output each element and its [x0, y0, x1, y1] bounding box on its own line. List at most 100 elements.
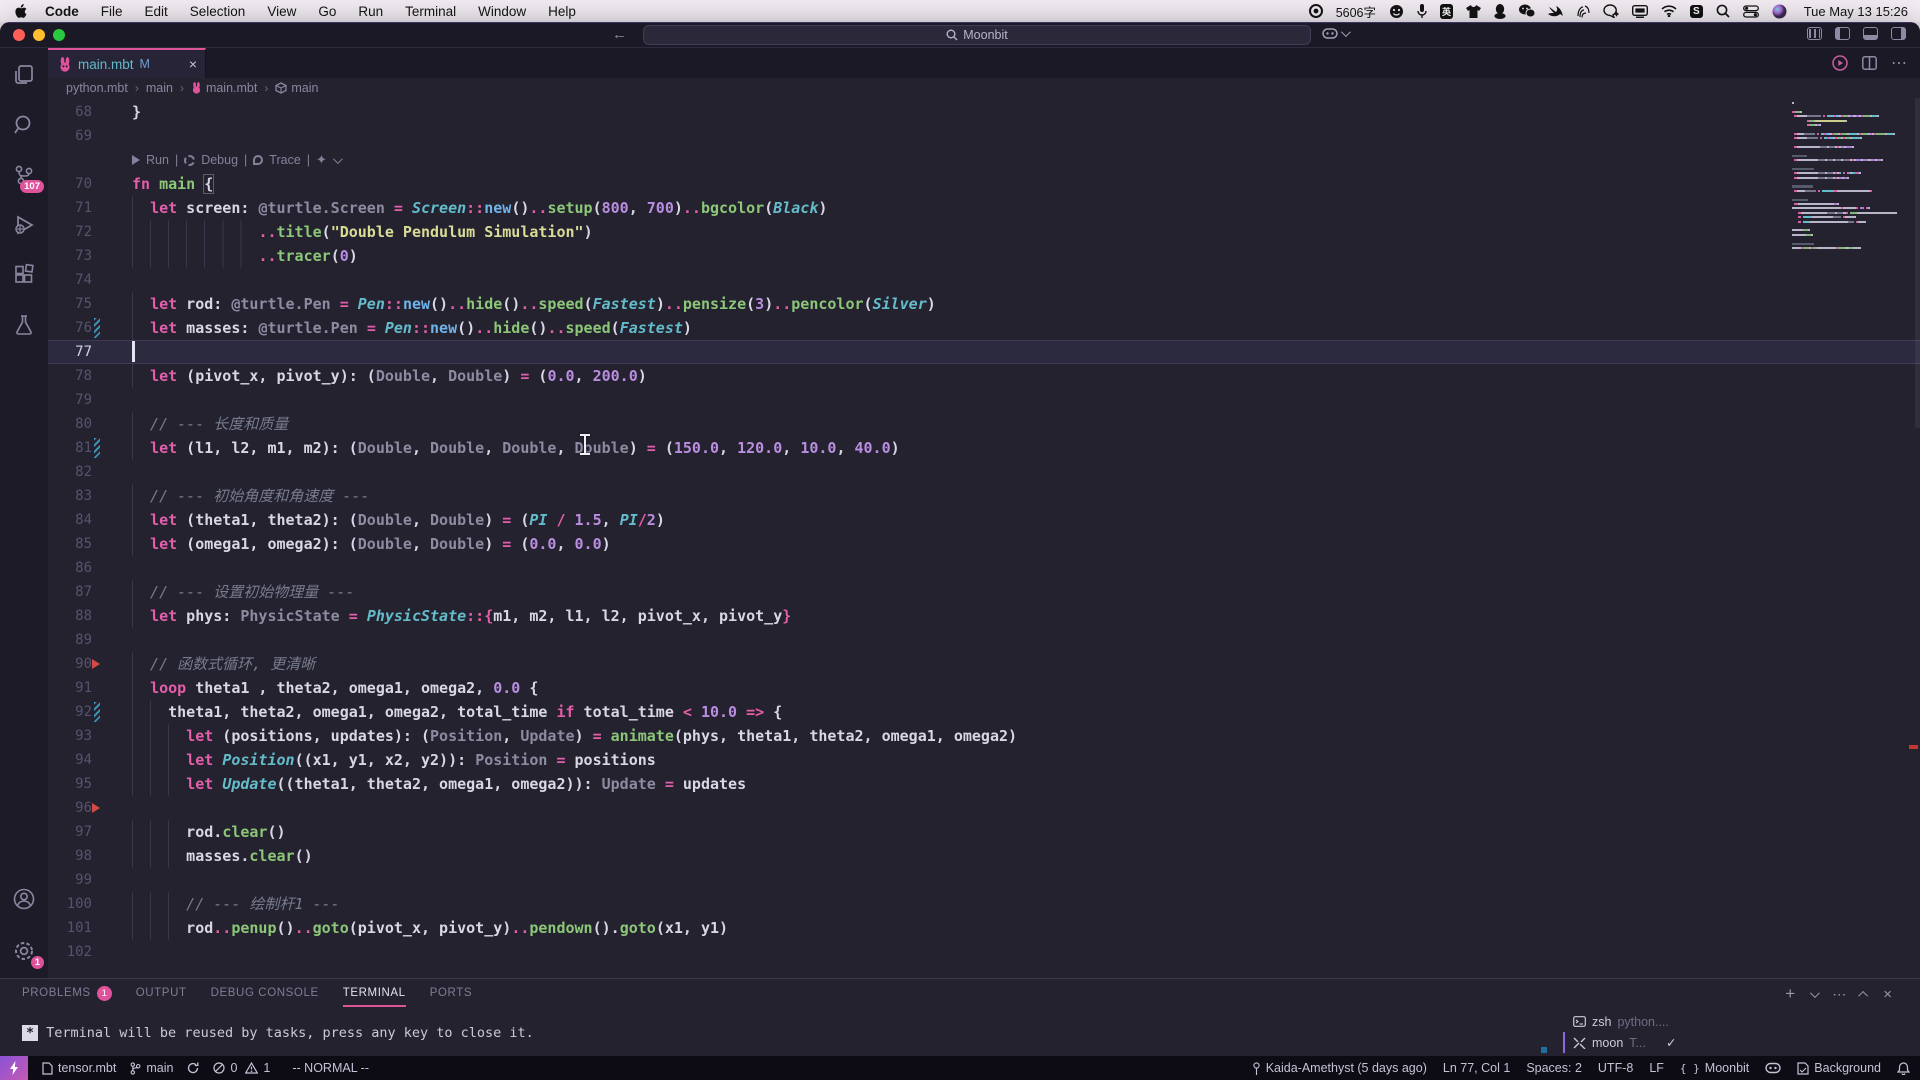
breadcrumb-symbol[interactable]: main	[275, 81, 318, 95]
run-debug-icon[interactable]	[11, 212, 37, 238]
code-line-82[interactable]: 82	[48, 460, 1920, 484]
code-editor[interactable]: 68}69Run|Debug|Trace|✦70fn main {71 let …	[48, 98, 1920, 978]
menu-help[interactable]: Help	[548, 4, 576, 19]
code-line-74[interactable]: 74	[48, 268, 1920, 292]
code-line-87[interactable]: 87 // --- 设置初始物理量 ---	[48, 580, 1920, 604]
display-mirroring-icon[interactable]	[1632, 5, 1648, 18]
smiley-icon[interactable]	[1389, 4, 1404, 19]
apple-menu-icon[interactable]	[14, 4, 27, 19]
command-center-search[interactable]: Moonbit	[643, 25, 1311, 45]
menu-view[interactable]: View	[267, 4, 296, 19]
tab-close-icon[interactable]: ×	[189, 56, 197, 72]
vim-mode[interactable]: -- NORMAL --	[292, 1061, 369, 1075]
status-branch[interactable]: main	[130, 1061, 173, 1075]
tab-problems[interactable]: PROBLEMS1	[22, 979, 112, 1007]
control-center-icon[interactable]	[1743, 5, 1759, 18]
tab-debug-console[interactable]: DEBUG CONSOLE	[211, 979, 319, 1007]
tab-ports[interactable]: PORTS	[430, 979, 472, 1007]
source-control-icon[interactable]: 107	[11, 162, 37, 188]
code-line-90[interactable]: 90 // 函数式循环, 更清晰	[48, 652, 1920, 676]
code-line-96[interactable]: 96	[48, 796, 1920, 820]
code-line-77[interactable]: 77	[48, 340, 1920, 364]
tab-output[interactable]: OUTPUT	[136, 979, 187, 1007]
code-line-81[interactable]: 81 let (l1, l2, m1, m2): (Double, Double…	[48, 436, 1920, 460]
minimap[interactable]	[1792, 102, 1904, 256]
git-blame[interactable]: Kaida-Amethyst (5 days ago)	[1252, 1061, 1427, 1075]
tab-main-mbt[interactable]: main.mbt M ×	[48, 48, 206, 78]
more-actions-icon[interactable]: ⋯	[1891, 53, 1908, 73]
qq-icon[interactable]	[1494, 4, 1506, 19]
code-line-88[interactable]: 88 let phys: PhysicState = PhysicState::…	[48, 604, 1920, 628]
code-line-85[interactable]: 85 let (omega1, omega2): (Double, Double…	[48, 532, 1920, 556]
record-icon[interactable]	[1309, 4, 1323, 18]
accounts-icon[interactable]	[11, 886, 37, 912]
terminal-dropdown-icon[interactable]	[1810, 988, 1820, 998]
code-line-72[interactable]: 72 ..title("Double Pendulum Simulation")	[48, 220, 1920, 244]
zoom-window-button[interactable]	[53, 29, 65, 41]
menu-terminal[interactable]: Terminal	[405, 4, 456, 19]
code-line-89[interactable]: 89	[48, 628, 1920, 652]
code-line-100[interactable]: 100 // --- 绘制杆1 ---	[48, 892, 1920, 916]
code-line-76[interactable]: 76 let masses: @turtle.Pen = Pen::new().…	[48, 316, 1920, 340]
testing-icon[interactable]	[11, 312, 37, 338]
code-line-80[interactable]: 80 // --- 长度和质量	[48, 412, 1920, 436]
code-line-94[interactable]: 94 let Position((x1, y1, x2, y2)): Posit…	[48, 748, 1920, 772]
background-task[interactable]: Background	[1797, 1061, 1881, 1075]
menu-selection[interactable]: Selection	[190, 4, 246, 19]
explorer-icon[interactable]	[11, 62, 37, 88]
code-line-84[interactable]: 84 let (theta1, theta2): (Double, Double…	[48, 508, 1920, 532]
code-line-97[interactable]: 97 rod.clear()	[48, 820, 1920, 844]
cursor-position[interactable]: Ln 77, Col 1	[1443, 1061, 1510, 1075]
indentation[interactable]: Spaces: 2	[1526, 1061, 1582, 1075]
settings-gear-icon[interactable]: 1	[11, 938, 37, 964]
notifications-bell[interactable]	[1897, 1062, 1910, 1075]
chat-new-icon[interactable]	[1603, 4, 1619, 18]
menu-window[interactable]: Window	[478, 4, 526, 19]
input-english-badge[interactable]: 英	[1440, 4, 1453, 19]
code-line-102[interactable]: 102	[48, 940, 1920, 964]
language-mode[interactable]: { }Moonbit	[1680, 1061, 1749, 1075]
microphone-icon[interactable]	[1417, 4, 1427, 19]
code-line-101[interactable]: 101 rod..penup()..goto(pivot_x, pivot_y)…	[48, 916, 1920, 940]
terminal-item-moon[interactable]: moonT... ✓	[1563, 1032, 1793, 1053]
menu-clock[interactable]: Tue May 13 15:26	[1804, 4, 1908, 19]
terminal-item-zsh[interactable]: zshpython....	[1563, 1011, 1793, 1032]
code-line-71[interactable]: 71 let screen: @turtle.Screen = Screen::…	[48, 196, 1920, 220]
code-line-79[interactable]: 79	[48, 388, 1920, 412]
close-panel-icon[interactable]: ×	[1883, 986, 1892, 1003]
customize-layout-icon[interactable]	[1807, 27, 1822, 40]
maximize-panel-icon[interactable]	[1858, 990, 1868, 1000]
copilot-status[interactable]	[1765, 1062, 1781, 1074]
status-sync[interactable]	[187, 1062, 199, 1074]
status-file[interactable]: tensor.mbt	[42, 1061, 116, 1075]
remote-indicator[interactable]	[0, 1056, 28, 1080]
code-line-69[interactable]: 69	[48, 124, 1920, 148]
toggle-secondary-sidebar-icon[interactable]	[1891, 27, 1906, 40]
breadcrumb-folder[interactable]: python.mbt	[66, 81, 128, 95]
tshirt-icon[interactable]	[1466, 5, 1481, 18]
minimize-window-button[interactable]	[33, 29, 45, 41]
code-line-78[interactable]: 78 let (pivot_x, pivot_y): (Double, Doub…	[48, 364, 1920, 388]
eol-sequence[interactable]: LF	[1649, 1061, 1664, 1075]
menu-file[interactable]: File	[101, 4, 123, 19]
menu-edit[interactable]: Edit	[145, 4, 168, 19]
code-line-70[interactable]: 70fn main {	[48, 172, 1920, 196]
code-line-99[interactable]: 99	[48, 868, 1920, 892]
code-line-75[interactable]: 75 let rod: @turtle.Pen = Pen::new()..hi…	[48, 292, 1920, 316]
nav-back-icon[interactable]: ←	[612, 26, 627, 43]
extensions-icon[interactable]	[11, 262, 37, 288]
toggle-panel-icon[interactable]	[1863, 27, 1878, 40]
new-terminal-icon[interactable]: +	[1785, 984, 1795, 1004]
code-line-86[interactable]: 86	[48, 556, 1920, 580]
code-line-95[interactable]: 95 let Update((theta1, theta2, omega1, o…	[48, 772, 1920, 796]
breadcrumb-file[interactable]: main.mbt	[191, 81, 257, 95]
editor-scrollbar[interactable]	[1915, 98, 1920, 428]
spotlight-search-icon[interactable]	[1716, 4, 1730, 18]
swift-bird-icon[interactable]	[1548, 5, 1563, 18]
menu-run[interactable]: Run	[358, 4, 383, 19]
copilot-menu-button[interactable]	[1322, 27, 1348, 40]
split-editor-icon[interactable]	[1862, 56, 1877, 70]
panel-more-icon[interactable]: ⋯	[1832, 986, 1846, 1003]
code-line-68[interactable]: 68}	[48, 100, 1920, 124]
code-line-73[interactable]: 73 ..tracer(0)	[48, 244, 1920, 268]
